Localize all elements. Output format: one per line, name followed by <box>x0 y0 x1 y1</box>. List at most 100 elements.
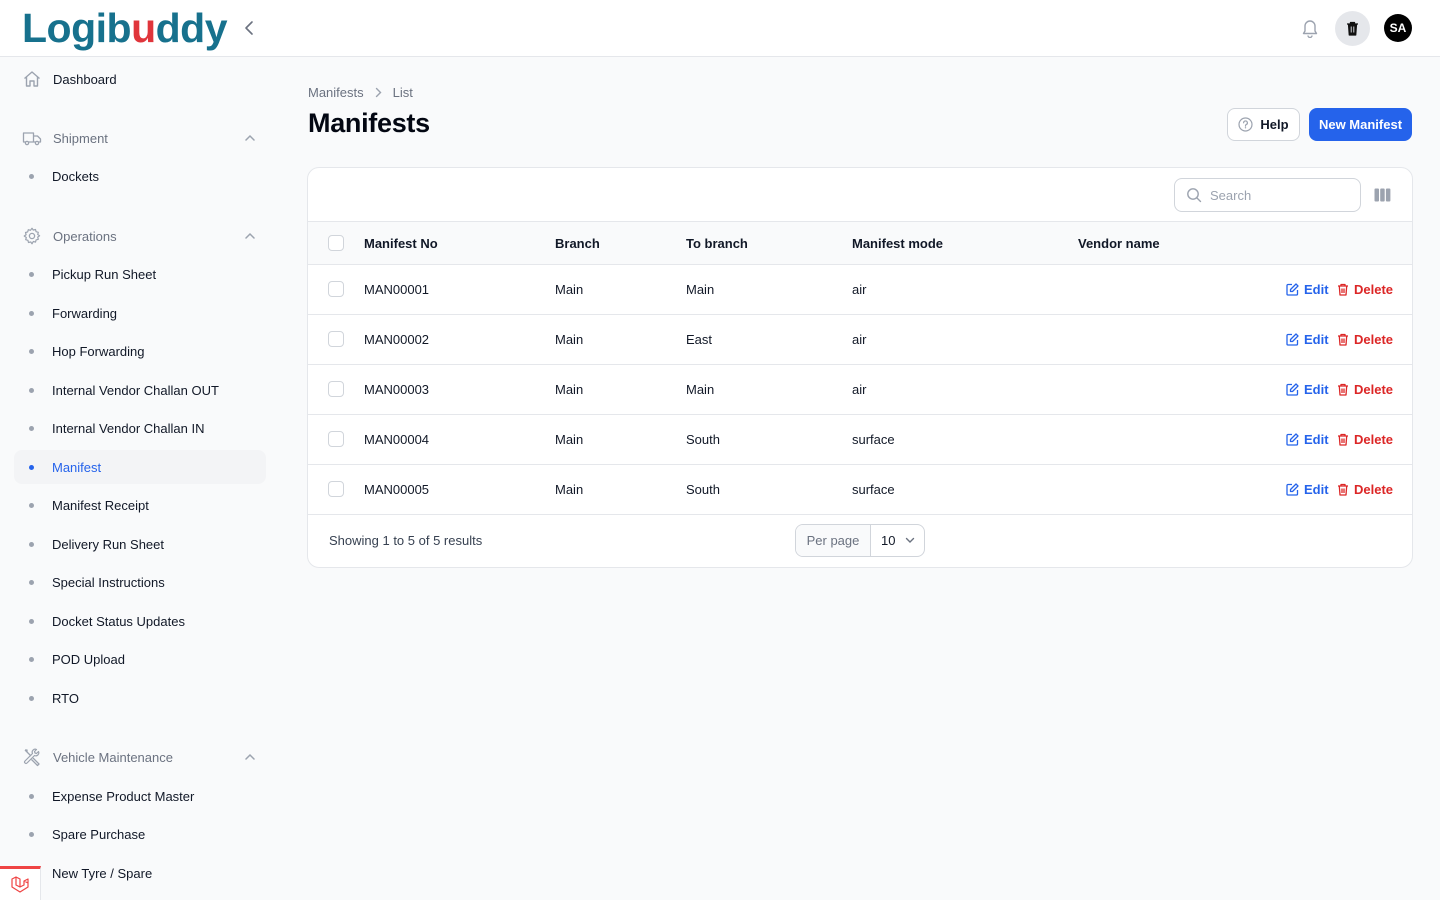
column-toggle-button[interactable] <box>1373 186 1391 204</box>
delete-label: Delete <box>1354 382 1394 397</box>
sidebar-item-dockets[interactable]: Dockets <box>14 159 266 193</box>
delete-button[interactable]: Delete <box>1337 365 1393 414</box>
bullet <box>29 579 34 585</box>
help-button-label: Help <box>1260 117 1289 132</box>
column-header-branch[interactable]: Branch <box>555 222 600 264</box>
manifests-table-card: Manifest No Branch To branch Manifest mo… <box>307 167 1413 568</box>
delete-label: Delete <box>1354 432 1394 447</box>
cell-manifest-mode: surface <box>852 432 895 447</box>
sidebar-item-forwarding[interactable]: Forwarding <box>14 296 266 330</box>
bullet <box>29 541 34 547</box>
collapse-sidebar-button[interactable] <box>238 16 260 40</box>
sidebar-item-label: Docket Status Updates <box>52 613 185 629</box>
edit-icon <box>1286 433 1299 446</box>
breadcrumb-item-list: List <box>392 85 413 100</box>
edit-button[interactable]: Edit <box>1286 265 1329 314</box>
delete-button[interactable]: Delete <box>1337 265 1393 314</box>
bullet <box>29 793 34 799</box>
help-button[interactable]: Help <box>1227 108 1300 141</box>
edit-label: Edit <box>1304 332 1329 347</box>
column-header-vendor-name[interactable]: Vendor name <box>1078 222 1160 264</box>
edit-button[interactable]: Edit <box>1286 315 1329 364</box>
top-bar: Logibuddy SA <box>0 0 1440 57</box>
new-manifest-button[interactable]: New Manifest <box>1309 108 1412 141</box>
trash-icon <box>1337 483 1349 496</box>
edit-button[interactable]: Edit <box>1286 415 1329 464</box>
search-icon <box>1186 187 1202 203</box>
cell-manifest-no: MAN00004 <box>364 432 430 447</box>
edit-button[interactable]: Edit <box>1286 365 1329 414</box>
sidebar-item-dashboard[interactable]: Dashboard <box>14 61 266 97</box>
edit-label: Edit <box>1304 432 1329 447</box>
sidebar-item-internal-vendor-challan-out[interactable]: Internal Vendor Challan OUT <box>14 373 266 407</box>
cell-to-branch: South <box>686 432 720 447</box>
sidebar-item-label: Forwarding <box>52 305 118 321</box>
sidebar-item-docket-status-updates[interactable]: Docket Status Updates <box>14 604 266 638</box>
sidebar-item-label: New Tyre / Spare <box>52 865 153 881</box>
sidebar-group-vehicle-maintenance[interactable]: Vehicle Maintenance <box>14 739 266 775</box>
avatar[interactable]: SA <box>1384 14 1412 42</box>
sidebar-item-label: Internal Vendor Challan IN <box>52 420 205 436</box>
edit-icon <box>1286 383 1299 396</box>
debug-badge[interactable] <box>0 866 41 900</box>
sidebar-item-label: Dashboard <box>53 71 117 87</box>
bell-icon <box>1302 20 1318 38</box>
sidebar-item-label: Hop Forwarding <box>52 343 145 359</box>
bullet <box>29 271 34 277</box>
per-page-select[interactable]: 10 <box>871 525 924 556</box>
page-title: Manifests <box>308 108 430 138</box>
sidebar-item-new-tyre-spare[interactable]: New Tyre / Spare <box>14 856 266 890</box>
sidebar-item-delivery-run-sheet[interactable]: Delivery Run Sheet <box>14 527 266 561</box>
cell-manifest-mode: surface <box>852 482 895 497</box>
row-checkbox[interactable] <box>328 431 344 447</box>
sidebar-group-shipment[interactable]: Shipment <box>14 120 266 156</box>
sidebar-item-pod-upload[interactable]: POD Upload <box>14 642 266 676</box>
logo[interactable]: Logibuddy <box>22 4 228 52</box>
cell-to-branch: Main <box>686 382 715 397</box>
select-all-checkbox[interactable] <box>328 235 344 251</box>
row-checkbox[interactable] <box>328 481 344 497</box>
row-checkbox[interactable] <box>328 281 344 297</box>
sidebar-group-operations[interactable]: Operations <box>14 218 266 254</box>
trash-icon <box>1337 383 1349 396</box>
sidebar-item-spare-purchase[interactable]: Spare Purchase <box>14 817 266 851</box>
sidebar-group-label: Operations <box>53 228 117 244</box>
trash-button[interactable] <box>1335 11 1370 46</box>
column-header-to-branch[interactable]: To branch <box>686 222 748 264</box>
bullet <box>29 618 34 624</box>
row-checkbox[interactable] <box>328 381 344 397</box>
row-checkbox[interactable] <box>328 331 344 347</box>
sidebar-item-expense-product-master[interactable]: Expense Product Master <box>14 779 266 813</box>
search-input[interactable] <box>1210 187 1350 203</box>
sidebar-item-manifest-receipt[interactable]: Manifest Receipt <box>14 488 266 522</box>
edit-icon <box>1286 333 1299 346</box>
sidebar-item-internal-vendor-challan-in[interactable]: Internal Vendor Challan IN <box>14 411 266 445</box>
sidebar-item-label: Delivery Run Sheet <box>52 536 164 552</box>
bullet <box>29 831 34 837</box>
sidebar-item-pickup-run-sheet[interactable]: Pickup Run Sheet <box>14 257 266 291</box>
delete-button[interactable]: Delete <box>1337 465 1393 514</box>
search-box <box>1174 178 1361 212</box>
edit-button[interactable]: Edit <box>1286 465 1329 514</box>
delete-button[interactable]: Delete <box>1337 315 1393 364</box>
sidebar-item-label: Spare Purchase <box>52 826 146 842</box>
breadcrumb: Manifests List <box>308 85 413 100</box>
sidebar-item-special-instructions[interactable]: Special Instructions <box>14 565 266 599</box>
sidebar-item-hop-forwarding[interactable]: Hop Forwarding <box>14 334 266 368</box>
breadcrumb-item-manifests[interactable]: Manifests <box>308 85 364 100</box>
cell-manifest-no: MAN00003 <box>364 382 430 397</box>
column-header-manifest-mode[interactable]: Manifest mode <box>852 222 943 264</box>
cell-to-branch: East <box>686 332 713 347</box>
delete-button[interactable]: Delete <box>1337 415 1393 464</box>
bullet <box>29 502 34 508</box>
column-header-manifest-no[interactable]: Manifest No <box>364 222 438 264</box>
per-page-control: Per page 10 <box>795 524 925 557</box>
edit-label: Edit <box>1304 382 1329 397</box>
sidebar-item-rto[interactable]: RTO <box>14 681 266 715</box>
cell-to-branch: South <box>686 482 720 497</box>
edit-icon <box>1286 483 1299 496</box>
sidebar-item-label: Dockets <box>52 168 99 184</box>
sidebar-item-manifest[interactable]: Manifest <box>14 450 266 484</box>
cell-branch: Main <box>555 482 584 497</box>
notifications-button[interactable] <box>1298 16 1322 40</box>
